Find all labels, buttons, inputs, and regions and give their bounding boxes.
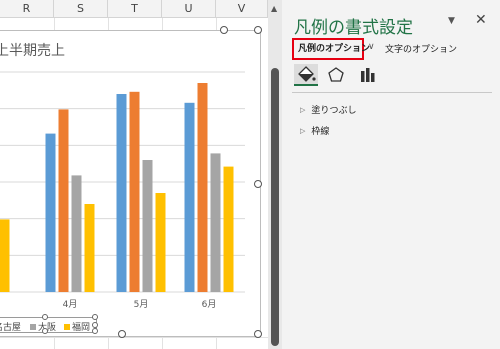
x-tick-label: 5月 bbox=[134, 299, 149, 310]
x-tick-label: 6月 bbox=[202, 299, 217, 310]
column-header[interactable]: R bbox=[0, 0, 54, 18]
chart-bar[interactable] bbox=[45, 133, 56, 292]
spreadsheet-area[interactable]: R S T U V 上半期売上 3月4月5月6月 名古屋 大阪 福岡 bbox=[0, 0, 268, 349]
pane-divider bbox=[292, 92, 492, 93]
close-icon[interactable]: ✕ bbox=[475, 12, 487, 28]
chart-bar[interactable] bbox=[197, 83, 208, 292]
chart-bar[interactable] bbox=[84, 204, 95, 292]
chart-resize-handle[interactable] bbox=[254, 180, 262, 188]
chart-legend[interactable]: 名古屋 大阪 福岡 bbox=[0, 314, 98, 334]
column-header[interactable]: S bbox=[54, 0, 108, 18]
legend-options-bar-icon[interactable] bbox=[356, 64, 380, 86]
x-tick-label: 4月 bbox=[63, 299, 78, 310]
pane-icon-row bbox=[294, 64, 494, 88]
column-label: R bbox=[22, 2, 31, 15]
chart-resize-handle[interactable] bbox=[254, 26, 262, 34]
vertical-scrollbar[interactable]: ▲ bbox=[268, 0, 282, 349]
scroll-thumb[interactable] bbox=[271, 68, 279, 346]
scroll-up-icon[interactable]: ▲ bbox=[271, 4, 277, 13]
plot-area[interactable]: 3月4月5月6月 bbox=[0, 31, 262, 338]
legend-resize-handle[interactable] bbox=[92, 328, 98, 334]
legend-item: 福岡 bbox=[64, 320, 90, 333]
section-label: 塗りつぶし bbox=[311, 106, 357, 116]
chart-bar[interactable] bbox=[129, 91, 140, 292]
format-legend-pane: 凡例の書式設定 ▼ ✕ 凡例のオプション ∨ 文字のオプション ▷ 塗りつぶし … bbox=[282, 0, 500, 349]
column-label: U bbox=[184, 2, 193, 15]
chevron-down-icon[interactable]: ∨ bbox=[368, 42, 375, 52]
text-options-tab[interactable]: 文字のオプション bbox=[385, 42, 457, 55]
legend-resize-handle[interactable] bbox=[92, 314, 98, 320]
effects-pentagon-icon[interactable] bbox=[324, 64, 348, 86]
chart-area[interactable]: 上半期売上 3月4月5月6月 名古屋 大阪 福岡 bbox=[0, 26, 262, 338]
legend-options-tab[interactable]: 凡例のオプション bbox=[292, 38, 370, 60]
chart-bar[interactable] bbox=[58, 109, 69, 293]
chart-bar[interactable] bbox=[0, 219, 10, 292]
chart-bar[interactable] bbox=[223, 166, 234, 292]
chart-bar[interactable] bbox=[116, 94, 127, 292]
column-label: V bbox=[237, 2, 246, 15]
fill-section-header[interactable]: ▷ 塗りつぶし bbox=[300, 103, 357, 117]
column-header[interactable]: V bbox=[216, 0, 268, 18]
chart-bar[interactable] bbox=[71, 175, 82, 292]
dropdown-icon[interactable]: ▼ bbox=[448, 16, 455, 26]
border-section-header[interactable]: ▷ 枠線 bbox=[300, 124, 330, 138]
expand-caret-icon: ▷ bbox=[300, 105, 306, 114]
legend-swatch bbox=[30, 323, 36, 330]
legend-resize-handle[interactable] bbox=[42, 328, 48, 334]
legend-resize-handle[interactable] bbox=[42, 314, 48, 320]
legend-label: 名古屋 bbox=[0, 323, 22, 333]
chart-bar[interactable] bbox=[210, 153, 221, 292]
column-label: S bbox=[77, 2, 84, 15]
chart-bar[interactable] bbox=[142, 160, 153, 292]
legend-swatch bbox=[64, 323, 70, 330]
column-header[interactable]: U bbox=[162, 0, 216, 18]
chart-resize-handle[interactable] bbox=[220, 26, 228, 34]
fill-line-icon[interactable] bbox=[294, 64, 318, 86]
expand-caret-icon: ▷ bbox=[300, 126, 306, 135]
legend-label: 福岡 bbox=[72, 323, 91, 333]
chart-resize-handle[interactable] bbox=[254, 330, 262, 338]
legend-item: 名古屋 bbox=[0, 320, 21, 333]
column-label: T bbox=[131, 2, 138, 15]
chart-bar[interactable] bbox=[184, 102, 195, 292]
chart-bar[interactable] bbox=[155, 193, 166, 292]
column-header-row: R S T U V bbox=[0, 0, 268, 18]
pane-title: 凡例の書式設定 bbox=[294, 18, 413, 38]
column-header[interactable]: T bbox=[108, 0, 162, 18]
chart-resize-handle[interactable] bbox=[118, 330, 126, 338]
section-label: 枠線 bbox=[311, 127, 330, 137]
